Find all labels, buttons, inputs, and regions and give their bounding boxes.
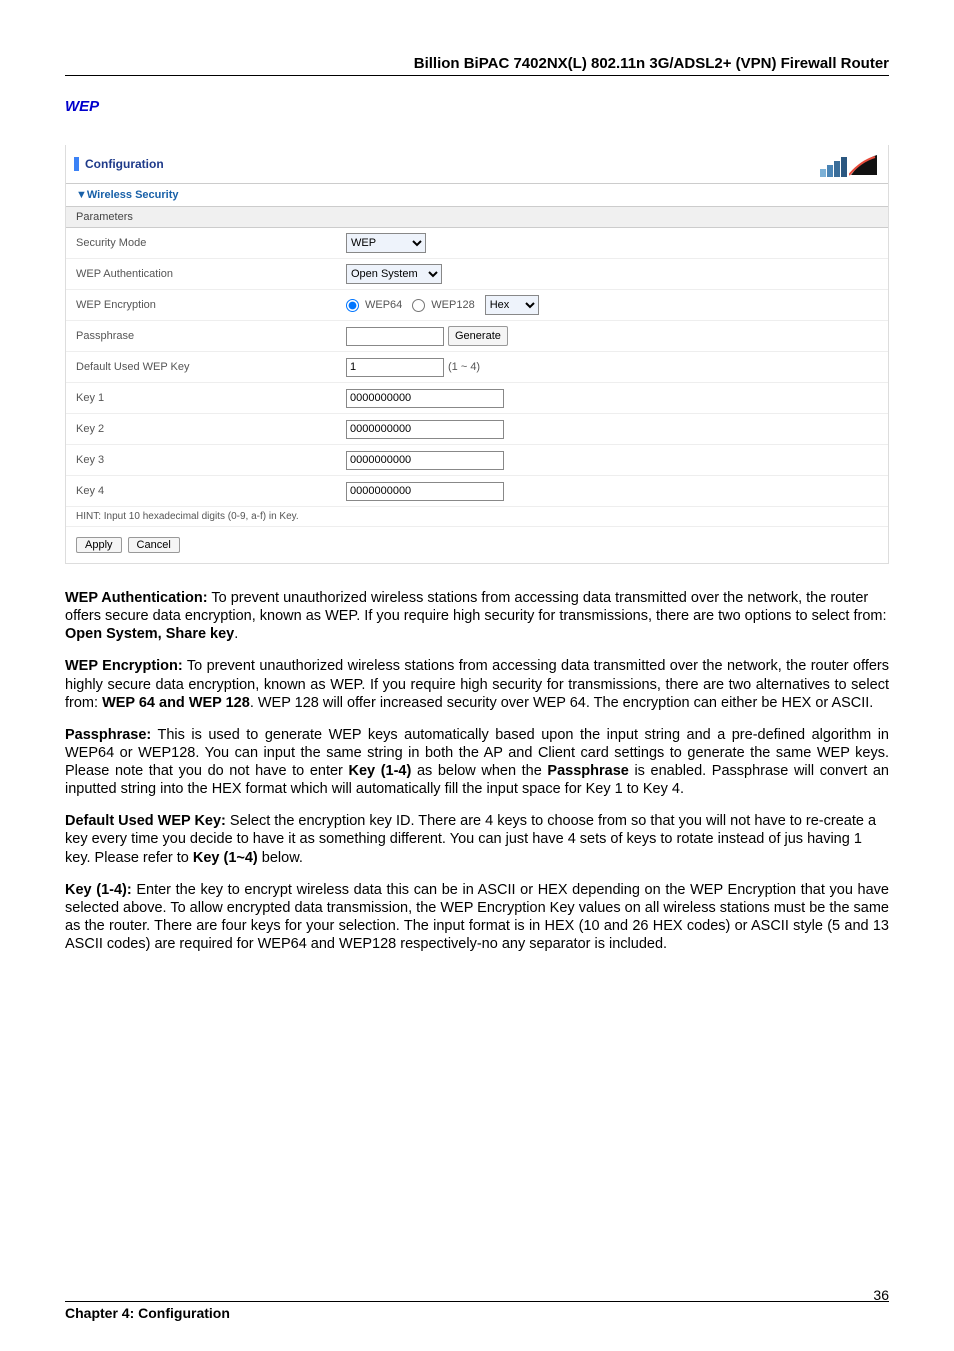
label-wep-encryption: WEP Encryption: [76, 299, 346, 311]
footer-chapter: Chapter 4: Configuration: [65, 1305, 230, 1321]
input-key1[interactable]: [346, 389, 504, 408]
logo-swoosh-icon: [849, 153, 877, 177]
label-key2: Key 2: [76, 423, 346, 435]
input-key4[interactable]: [346, 482, 504, 501]
row-wep-encryption: WEP Encryption WEP64 WEP128 Hex: [66, 290, 888, 321]
radio-wep128[interactable]: [412, 299, 425, 312]
input-default-key[interactable]: [346, 358, 444, 377]
config-panel: Configuration ▼Wireless Security Paramet…: [65, 145, 889, 564]
p4-heading: Default Used WEP Key:: [65, 813, 226, 829]
section-wireless-security: ▼Wireless Security: [66, 183, 888, 207]
section-title-wep: WEP: [65, 98, 889, 115]
input-key2[interactable]: [346, 420, 504, 439]
label-default-key: Default Used WEP Key: [76, 361, 346, 373]
row-key4: Key 4: [66, 476, 888, 507]
row-key1: Key 1: [66, 383, 888, 414]
page-footer: Chapter 4: Configuration: [65, 1301, 889, 1321]
row-default-key: Default Used WEP Key (1 ~ 4): [66, 352, 888, 383]
brand-logo: [820, 151, 880, 177]
row-key2: Key 2: [66, 414, 888, 445]
parameters-label: Parameters: [66, 207, 888, 228]
p1-heading: WEP Authentication:: [65, 590, 208, 606]
label-key1: Key 1: [76, 392, 346, 404]
body-text: WEP Authentication: To prevent unauthori…: [65, 589, 889, 953]
label-wep-auth: WEP Authentication: [76, 268, 346, 280]
select-wep-auth[interactable]: Open System: [346, 264, 442, 284]
input-passphrase[interactable]: [346, 327, 444, 346]
default-key-hint: (1 ~ 4): [448, 361, 480, 373]
label-security-mode: Security Mode: [76, 237, 346, 249]
radio-wep64-label: WEP64: [365, 299, 402, 311]
radio-wep128-label: WEP128: [431, 299, 474, 311]
hint-text: HINT: Input 10 hexadecimal digits (0-9, …: [66, 507, 888, 527]
panel-title: Configuration: [74, 157, 164, 171]
cancel-button[interactable]: Cancel: [128, 537, 180, 553]
row-wep-auth: WEP Authentication Open System: [66, 259, 888, 290]
page-number: 36: [873, 1287, 889, 1303]
select-security-mode[interactable]: WEP: [346, 233, 426, 253]
apply-button[interactable]: Apply: [76, 537, 122, 553]
row-passphrase: Passphrase Generate: [66, 321, 888, 352]
p2-heading: WEP Encryption:: [65, 658, 183, 674]
label-passphrase: Passphrase: [76, 330, 346, 342]
page-header: Billion BiPAC 7402NX(L) 802.11n 3G/ADSL2…: [65, 55, 889, 76]
generate-button[interactable]: Generate: [448, 326, 508, 346]
select-wep-format[interactable]: Hex: [485, 295, 539, 315]
label-key3: Key 3: [76, 454, 346, 466]
p3-heading: Passphrase:: [65, 727, 151, 743]
radio-wep64[interactable]: [346, 299, 359, 312]
row-security-mode: Security Mode WEP: [66, 228, 888, 259]
row-key3: Key 3: [66, 445, 888, 476]
p5-heading: Key (1-4):: [65, 882, 132, 898]
input-key3[interactable]: [346, 451, 504, 470]
label-key4: Key 4: [76, 485, 346, 497]
